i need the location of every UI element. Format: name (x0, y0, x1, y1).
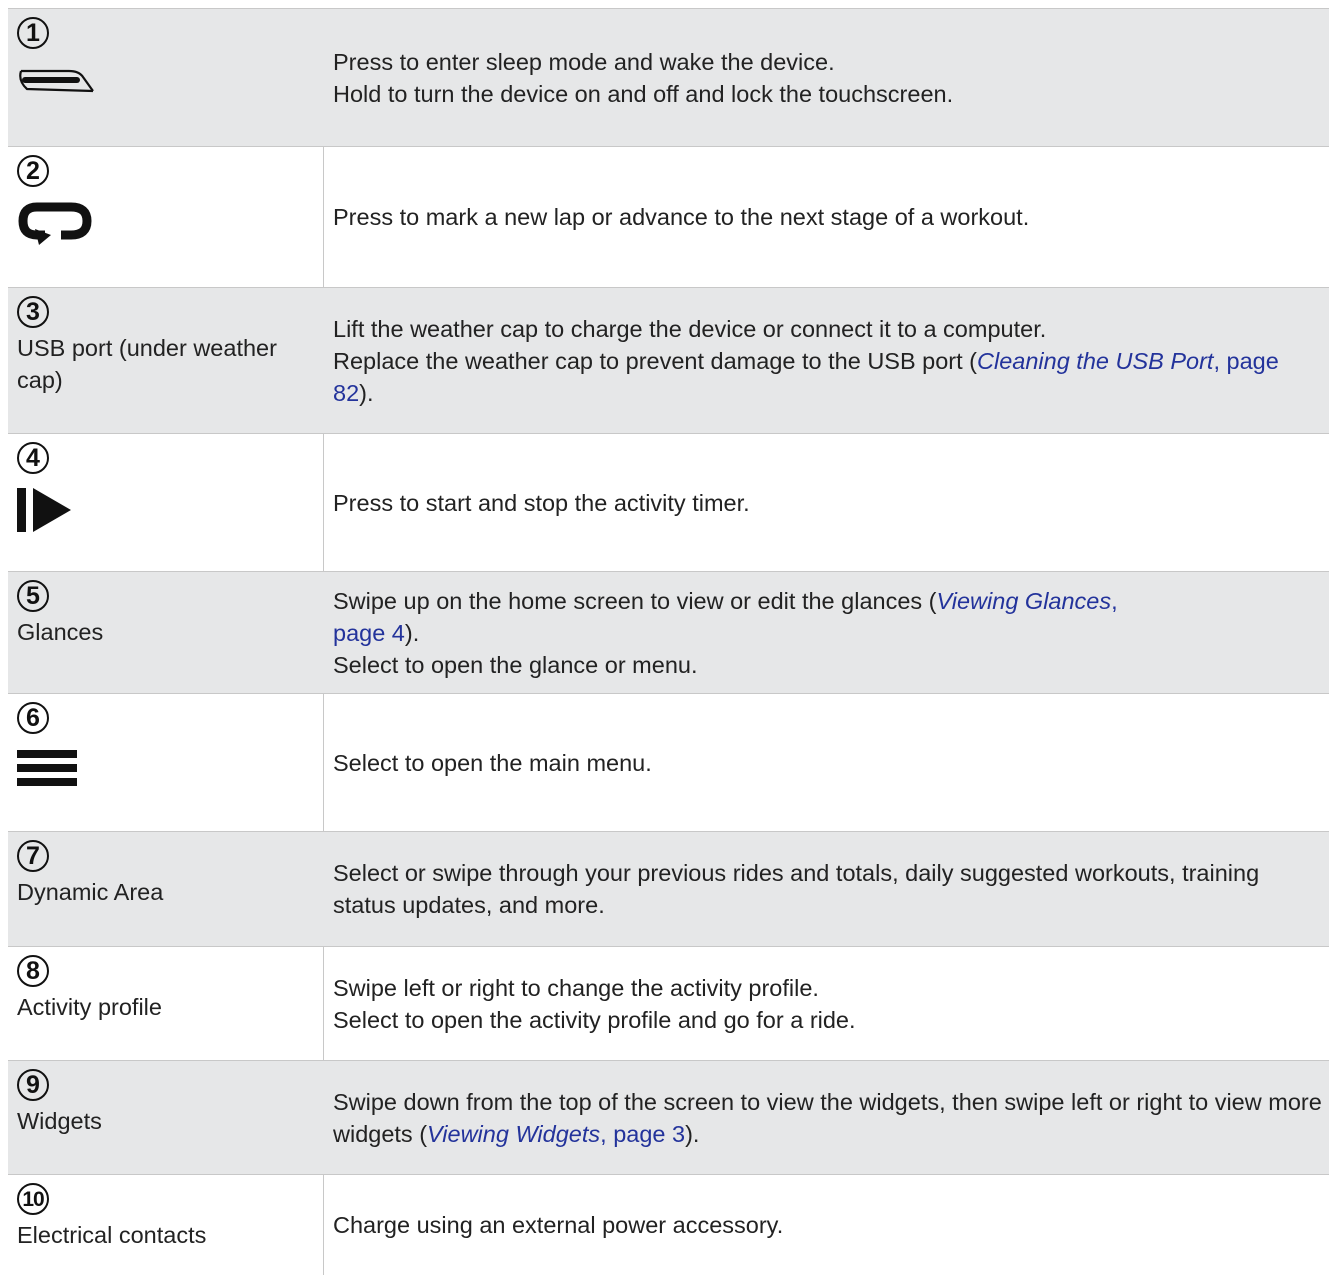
callout-table: 1 Press to enter sleep mode and wake the… (8, 8, 1329, 1275)
reference-title[interactable]: Viewing Glances (937, 588, 1112, 614)
callout-number: 5 (17, 580, 49, 612)
description-cell: Select or swipe through your previous ri… (324, 832, 1329, 946)
description-line: Charge using an external power accessory… (333, 1212, 784, 1238)
reference-page[interactable]: page 3 (613, 1121, 685, 1147)
description-text: ). (359, 379, 374, 406)
table-row: 6 Select to open the main menu. (8, 694, 1329, 832)
callout-number: 7 (17, 840, 49, 872)
key-cell: 5 Glances (8, 572, 324, 693)
table-row: 8 Activity profile Swipe left or right t… (8, 947, 1329, 1061)
callout-number: 3 (17, 296, 49, 328)
table-row: 5 Glances Swipe up on the home screen to… (8, 572, 1329, 694)
description-line: Swipe left or right to change the activi… (333, 974, 819, 1001)
start-stop-icon (17, 488, 71, 532)
key-cell: 1 (8, 9, 324, 146)
key-cell: 6 (8, 694, 324, 831)
table-row: 4 Press to start and stop the activity t… (8, 434, 1329, 572)
key-cell: 2 (8, 147, 324, 287)
reference-title[interactable]: Cleaning the USB Port (977, 348, 1213, 374)
description-cell: Swipe down from the top of the screen to… (324, 1061, 1329, 1174)
item-label: Widgets (17, 1108, 102, 1134)
reference-page[interactable]: page 4 (333, 620, 405, 646)
item-label: Activity profile (17, 994, 162, 1020)
key-cell: 4 (8, 434, 324, 571)
menu-icon (17, 750, 77, 786)
description-cell: Press to enter sleep mode and wake the d… (324, 9, 1329, 146)
callout-number: 6 (17, 702, 49, 734)
description-cell: Press to start and stop the activity tim… (324, 434, 1329, 571)
power-button-icon (19, 69, 94, 93)
description-line: Hold to turn the device on and off and l… (333, 80, 954, 107)
callout-number: 2 (17, 155, 49, 187)
description-cell: Swipe up on the home screen to view or e… (324, 572, 1329, 693)
cross-reference-link[interactable]: Viewing Widgets, page 3 (427, 1121, 685, 1147)
table-row: 2 Press to mark a new lap or advance to … (8, 147, 1329, 288)
callout-number: 4 (17, 442, 49, 474)
reference-title[interactable]: Viewing Widgets (427, 1121, 600, 1147)
description-line: Replace the weather cap to prevent damag… (333, 345, 1323, 409)
callout-number: 8 (17, 955, 49, 987)
key-cell: 7 Dynamic Area (8, 832, 324, 946)
callout-number: 10 (17, 1183, 49, 1215)
item-label: Glances (17, 619, 104, 645)
description-text: ). (685, 1120, 700, 1147)
description-line: Press to mark a new lap or advance to th… (333, 204, 1030, 230)
description-line: Select or swipe through your previous ri… (333, 860, 1260, 918)
description-text: ). (404, 619, 420, 646)
description-cell: Press to mark a new lap or advance to th… (324, 147, 1329, 287)
key-cell: 9 Widgets (8, 1061, 324, 1174)
table-row: 1 Press to enter sleep mode and wake the… (8, 9, 1329, 147)
description-line: Lift the weather cap to charge the devic… (333, 315, 1047, 342)
callout-number: 9 (17, 1069, 49, 1101)
description-line: Press to start and stop the activity tim… (333, 489, 750, 516)
key-cell: 10 Electrical contacts (8, 1175, 324, 1275)
description-line: Select to open the glance or menu. (333, 651, 698, 678)
description-cell: Lift the weather cap to charge the devic… (324, 288, 1329, 433)
item-label: Dynamic Area (17, 879, 164, 905)
item-label: Electrical contacts (17, 1222, 207, 1248)
description-cell: Select to open the main menu. (324, 694, 1329, 831)
key-cell: 8 Activity profile (8, 947, 324, 1060)
table-row: 9 Widgets Swipe down from the top of the… (8, 1061, 1329, 1175)
key-cell: 3 USB port (under weather cap) (8, 288, 324, 433)
description-line: Select to open the activity profile and … (333, 1006, 856, 1033)
table-row: 10 Electrical contacts Charge using an e… (8, 1175, 1329, 1275)
item-label: USB port (under weather cap) (17, 335, 277, 393)
description-text: Swipe up on the home screen to view or e… (333, 587, 937, 614)
callout-number: 1 (17, 17, 49, 49)
description-cell: Charge using an external power accessory… (324, 1175, 1329, 1275)
description-line: Select to open the main menu. (333, 749, 652, 776)
table-row: 3 USB port (under weather cap) Lift the … (8, 288, 1329, 434)
description-cell: Swipe left or right to change the activi… (324, 947, 1329, 1060)
description-text: Replace the weather cap to prevent damag… (333, 347, 978, 374)
description-line: Swipe down from the top of the screen to… (333, 1086, 1323, 1150)
description-line: Press to enter sleep mode and wake the d… (333, 48, 835, 75)
lap-loop-icon (18, 202, 92, 245)
table-row: 7 Dynamic Area Select or swipe through y… (8, 832, 1329, 947)
description-line: Swipe up on the home screen to view or e… (333, 585, 1323, 649)
